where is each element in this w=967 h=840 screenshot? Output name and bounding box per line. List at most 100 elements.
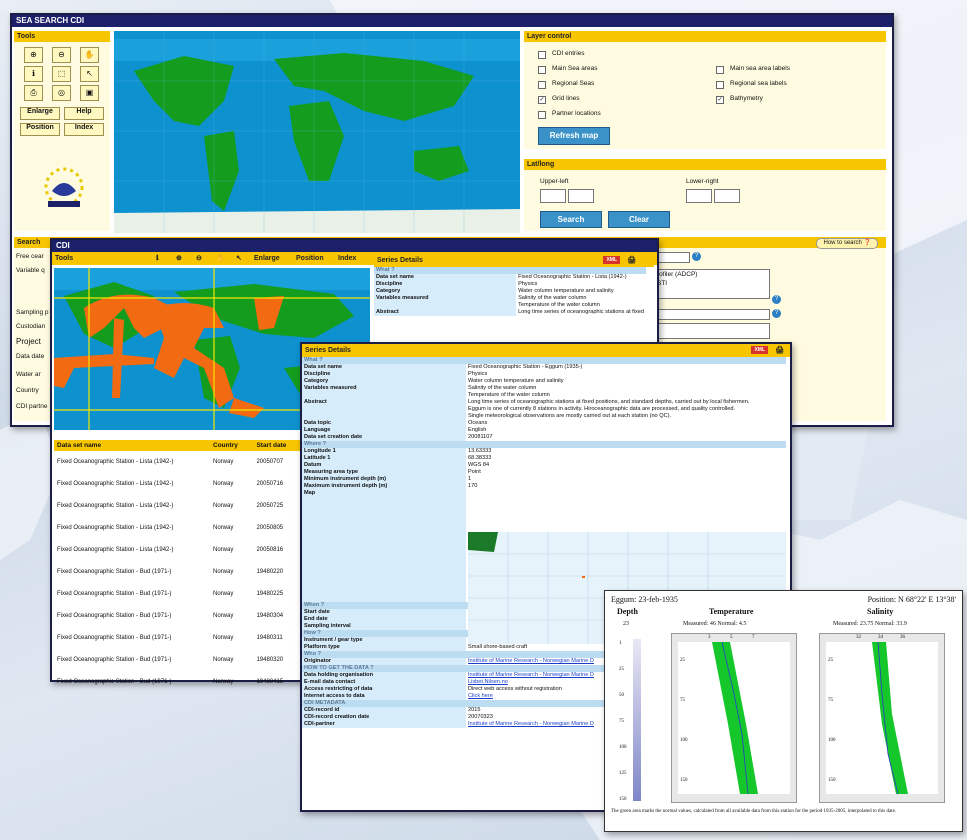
profile-header-right: Position: N 68°22' E 13°38'	[867, 595, 956, 604]
lower-right-lon-input[interactable]	[714, 189, 740, 203]
detail-row: Latitude 1 68.38333	[302, 455, 786, 462]
table-row[interactable]: Fixed Oceanographic Station - Bud (1971-…	[54, 583, 304, 605]
table-row[interactable]: Fixed Oceanographic Station - Bud (1971-…	[54, 649, 304, 671]
cdi-xml-button[interactable]: XML	[603, 256, 620, 264]
partner-locations-checkbox[interactable]	[538, 111, 546, 119]
bathymetry-checkbox[interactable]: ✓	[716, 96, 724, 104]
depth-tick-label: 25	[680, 658, 685, 663]
cdi-entries-checkbox[interactable]	[538, 51, 546, 59]
table-row[interactable]: Fixed Oceanographic Station - Bud (1971-…	[54, 627, 304, 649]
cdi-print-icon[interactable]: 🖨	[627, 254, 636, 267]
cdi-zoom-in-icon[interactable]: ⊕	[176, 252, 182, 265]
variable-option-sti[interactable]: STI	[657, 279, 769, 288]
sampling-select[interactable]	[654, 309, 770, 320]
temperature-plot: 3 5 7 25 75 100 150	[671, 633, 797, 803]
col-header-start-date[interactable]: Start date	[253, 440, 304, 451]
how-to-search-button[interactable]: How to search ❓	[816, 238, 878, 249]
cell-start-date: 20050716	[256, 481, 284, 487]
main-sea-areas-checkbox[interactable]	[538, 66, 546, 74]
latlong-header: Lat/long	[524, 159, 886, 170]
zoom-out-icon[interactable]: ⊖	[52, 47, 71, 63]
sampling-info-icon[interactable]: ?	[772, 309, 781, 318]
layer-control-header: Layer control	[524, 31, 886, 42]
window-title: SEA SEARCH CDI	[12, 15, 892, 27]
pan-hand-icon[interactable]: ✋	[80, 47, 99, 63]
free-search-input[interactable]	[654, 252, 690, 263]
full-extent-icon[interactable]: ▣	[80, 85, 99, 101]
latlong-clear-button[interactable]: Clear	[608, 211, 670, 228]
detail-key: Map	[302, 490, 466, 602]
cdi-enlarge-button[interactable]: Enlarge	[254, 252, 280, 265]
table-row[interactable]: Fixed Oceanographic Station - Lista (194…	[54, 495, 304, 517]
tools-header: Tools	[14, 31, 110, 42]
table-row[interactable]: Fixed Oceanographic Station - Lista (194…	[54, 451, 304, 473]
detail-key: Minimum instrument depth (m)	[302, 476, 466, 483]
enlarge-button[interactable]: Enlarge	[20, 107, 60, 120]
detail-row: Maximum instrument depth (m) 170	[302, 483, 786, 490]
axis-tick-label: 36	[900, 635, 905, 640]
zoom-in-icon[interactable]: ⊕	[24, 47, 43, 63]
section-label: Where ?	[302, 441, 786, 448]
table-row[interactable]: Fixed Oceanographic Station - Lista (194…	[54, 539, 304, 561]
depth-tick-label: 75	[828, 698, 833, 703]
detail-link[interactable]: Lisbet.Nilsen.no	[468, 679, 508, 685]
search-label-project: Project	[16, 337, 41, 346]
table-row[interactable]: Fixed Oceanographic Station - Bud (1971-…	[54, 561, 304, 583]
cdi-pointer-icon[interactable]: ↖	[236, 252, 242, 265]
latlong-search-button[interactable]: Search	[540, 211, 602, 228]
regional-sea-labels-checkbox[interactable]	[716, 81, 724, 89]
col-header-dataset-name[interactable]: Data set name	[54, 440, 210, 451]
main-map[interactable]	[114, 31, 520, 233]
main-sea-area-labels-checkbox[interactable]	[716, 66, 724, 74]
cdi-pan-icon[interactable]: ✋	[216, 252, 225, 265]
globe-icon[interactable]: ◎	[52, 85, 71, 101]
cell-country: Norway	[213, 503, 234, 509]
info-icon[interactable]: ℹ	[24, 66, 43, 82]
detail-link[interactable]: Institute of Marine Research - Norwegian…	[468, 658, 594, 664]
table-row[interactable]: Fixed Oceanographic Station - Lista (194…	[54, 517, 304, 539]
col-header-country[interactable]: Country	[210, 440, 254, 451]
cdi-series-title: Series Details	[377, 257, 423, 264]
print-icon[interactable]: ⎙	[24, 85, 43, 101]
series-xml-button[interactable]: XML	[751, 346, 768, 354]
help-button[interactable]: Help	[64, 107, 104, 120]
cell-dataset-name: Fixed Oceanographic Station - Lista (194…	[57, 503, 174, 509]
detail-value: Fixed Oceanographic Station - Eggum (193…	[468, 364, 583, 370]
free-search-info-icon[interactable]: ?	[692, 252, 701, 261]
detail-link[interactable]: Institute of Marine Research - Norwegian…	[468, 672, 594, 678]
cdi-index-button[interactable]: Index	[338, 252, 356, 265]
series-print-icon[interactable]: 🖨	[775, 344, 784, 357]
depth-tick-label: 150	[680, 778, 688, 783]
table-row[interactable]: Fixed Oceanographic Station - Bud (1971-…	[54, 671, 304, 693]
lower-right-lat-input[interactable]	[686, 189, 712, 203]
upper-left-lat-input[interactable]	[540, 189, 566, 203]
detail-value: 1	[468, 476, 472, 482]
detail-link[interactable]: Click here	[468, 693, 493, 699]
grid-lines-checkbox[interactable]: ✓	[538, 96, 546, 104]
custodian-select[interactable]	[654, 323, 770, 339]
cdi-position-button[interactable]: Position	[296, 252, 324, 265]
upper-left-lon-input[interactable]	[568, 189, 594, 203]
table-row[interactable]: Fixed Oceanographic Station - Bud (1971-…	[54, 605, 304, 627]
variable-listbox[interactable]: rofiler (ADCP) STI	[654, 269, 770, 299]
cdi-series-header: Series Details XML 🖨	[374, 254, 654, 267]
detail-key: Internet access to data	[302, 693, 466, 700]
detail-key: Start date	[302, 609, 466, 616]
variable-option-adcp[interactable]: rofiler (ADCP)	[657, 270, 769, 279]
table-row[interactable]: Fixed Oceanographic Station - Lista (194…	[54, 473, 304, 495]
variable-info-icon[interactable]: ?	[772, 295, 781, 304]
series-details-title: Series Details	[305, 347, 351, 354]
detail-link[interactable]: Institute of Marine Research - Norwegian…	[468, 721, 594, 727]
pointer-icon[interactable]: ↖	[80, 66, 99, 82]
cdi-zoom-out-icon[interactable]: ⊖	[196, 252, 202, 265]
detail-row: Variables measured Salinity of the water …	[302, 385, 786, 392]
search-label-sampling: Sampling p	[16, 309, 49, 316]
cdi-info-icon[interactable]: ℹ	[156, 252, 159, 265]
detail-key: Access restricting of data	[302, 686, 466, 693]
position-button[interactable]: Position	[20, 123, 60, 136]
detail-value: Eggum is one of currently 8 stations in …	[468, 406, 735, 412]
select-area-icon[interactable]: ⬚	[52, 66, 71, 82]
index-button[interactable]: Index	[64, 123, 104, 136]
regional-seas-checkbox[interactable]	[538, 81, 546, 89]
refresh-map-button[interactable]: Refresh map	[538, 127, 610, 145]
